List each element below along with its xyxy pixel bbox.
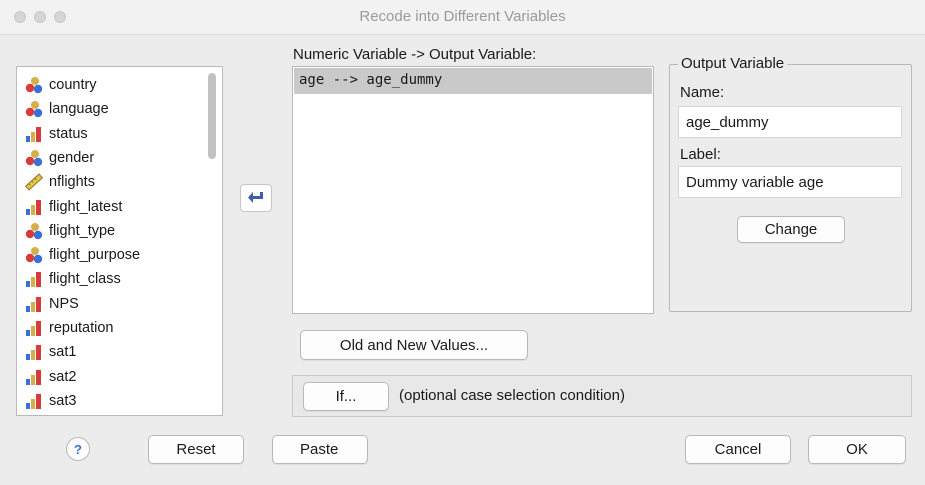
variable-list-item[interactable]: gender: [25, 146, 94, 170]
ordinal-icon: [25, 270, 43, 288]
variable-label: NPS: [49, 295, 79, 312]
nominal-icon: [25, 222, 43, 240]
variable-list-item[interactable]: flight_class: [25, 267, 121, 291]
variable-list-item[interactable]: nflights: [24, 170, 95, 194]
ok-button[interactable]: OK: [808, 435, 906, 464]
variable-list-item[interactable]: reputation: [25, 316, 114, 340]
variable-label: country: [49, 77, 97, 93]
variable-list-item[interactable]: flight_latest: [25, 195, 122, 219]
variable-label: sat2: [49, 368, 77, 385]
window-title: Recode into Different Variables: [359, 8, 566, 25]
variable-list-item[interactable]: flight_type: [25, 219, 115, 243]
variable-label: flight_latest: [49, 198, 123, 215]
variable-list-item[interactable]: status: [25, 122, 88, 146]
numeric-output-header: Numeric Variable -> Output Variable:: [293, 46, 537, 63]
output-name-field[interactable]: [678, 106, 902, 138]
ordinal-icon: [25, 319, 43, 337]
variable-list-item[interactable]: sat1: [25, 340, 76, 364]
nominal-icon: [25, 76, 43, 94]
variable-list-item[interactable]: NPS: [25, 292, 79, 316]
variable-list[interactable]: country language status gender nflights fligh…: [16, 66, 223, 416]
variable-list-item[interactable]: language: [25, 97, 109, 121]
variable-label: flight_class: [49, 271, 121, 288]
variable-list-item[interactable]: flight_purpose: [25, 243, 140, 267]
help-button[interactable]: ?: [66, 437, 90, 461]
output-variable-legend: Output Variable: [678, 55, 788, 72]
variable-label: status: [49, 125, 88, 142]
numeric-output-list[interactable]: age --> age_dummy: [292, 66, 654, 314]
ordinal-icon: [25, 295, 43, 313]
variable-label: sat1: [49, 344, 77, 361]
move-variable-button[interactable]: [240, 184, 272, 212]
variable-label: flight_purpose: [49, 247, 141, 264]
name-label: Name:: [680, 84, 725, 101]
change-button[interactable]: Change: [737, 216, 845, 243]
if-button[interactable]: If...: [303, 382, 389, 411]
scale-icon: [24, 173, 44, 191]
title-bar: Recode into Different Variables: [0, 0, 925, 35]
ordinal-icon: [25, 198, 43, 216]
ordinal-icon: [25, 125, 43, 143]
if-description: (optional case selection condition): [399, 387, 625, 404]
numeric-output-row-label: age --> age_dummy: [299, 72, 443, 88]
variable-label: nflights: [49, 174, 95, 191]
variable-label: language: [49, 101, 109, 118]
variable-list-item[interactable]: sat2: [25, 365, 76, 389]
nominal-icon: [25, 149, 43, 167]
variable-list-item[interactable]: country: [25, 73, 97, 97]
arrow-left-icon: [248, 192, 263, 203]
old-and-new-values-button[interactable]: Old and New Values...: [300, 330, 528, 360]
variable-list-item[interactable]: sat3: [25, 389, 76, 413]
variable-label: reputation: [49, 320, 114, 336]
variable-list-scrollbar[interactable]: [208, 73, 216, 159]
reset-button[interactable]: Reset: [148, 435, 244, 464]
ordinal-icon: [25, 368, 43, 386]
ordinal-icon: [25, 392, 43, 410]
paste-button[interactable]: Paste: [272, 435, 368, 464]
numeric-output-row[interactable]: age --> age_dummy: [294, 68, 652, 94]
cancel-button[interactable]: Cancel: [685, 435, 791, 464]
variable-label: flight_type: [49, 222, 116, 239]
nominal-icon: [25, 246, 43, 264]
output-label-field[interactable]: [678, 166, 902, 198]
ordinal-icon: [25, 343, 43, 361]
nominal-icon: [25, 100, 43, 118]
label-label: Label:: [680, 146, 721, 163]
variable-label: gender: [49, 149, 95, 166]
variable-label: sat3: [49, 392, 77, 409]
